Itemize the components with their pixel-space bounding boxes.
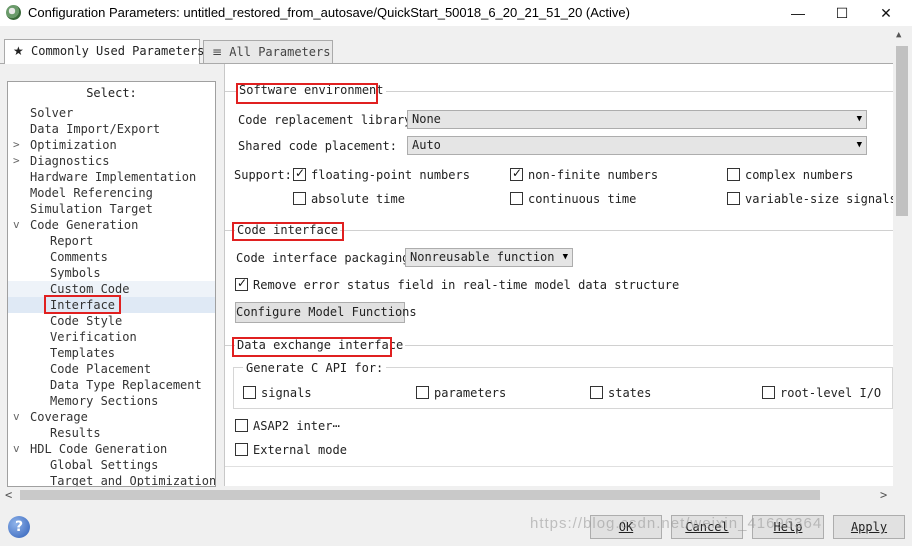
scroll-right-icon[interactable]: > bbox=[880, 488, 887, 502]
states-label: states bbox=[608, 386, 652, 400]
tree-item-global-settings[interactable]: Global Settings bbox=[50, 457, 158, 473]
tree-item-code-generation[interactable]: Code Generation bbox=[30, 217, 138, 233]
tab-label: Commonly Used Parameters bbox=[31, 44, 205, 58]
tab-label: All Parameters bbox=[229, 45, 331, 59]
generate-c-api-label: Generate C API for: bbox=[243, 360, 387, 376]
title-bar: Configuration Parameters: untitled_resto… bbox=[0, 0, 912, 26]
continuous-time-label: continuous time bbox=[528, 192, 637, 206]
watermark: https://blog.csdn.net/weixin_41696364 bbox=[530, 515, 823, 532]
code-replacement-library-select[interactable]: None ▼ bbox=[407, 110, 867, 129]
shared-code-placement-select[interactable]: Auto ▼ bbox=[407, 136, 867, 155]
highlight-box-data-exchange bbox=[232, 337, 392, 357]
parameters-pane: Software environment Code replacement li… bbox=[224, 64, 893, 486]
tree-header: Select: bbox=[86, 86, 137, 100]
parameters-checkbox[interactable] bbox=[416, 386, 429, 399]
chevron-down-icon: ▼ bbox=[856, 114, 862, 124]
tree-item-memory-sections[interactable]: Memory Sections bbox=[50, 393, 158, 409]
root-level-io-checkbox[interactable] bbox=[762, 386, 775, 399]
asap2-checkbox[interactable] bbox=[235, 419, 248, 432]
tree-item-target-and-optimizations[interactable]: Target and Optimizations bbox=[50, 473, 215, 486]
tree-item-simulation-target[interactable]: Simulation Target bbox=[30, 201, 153, 217]
remove-error-status-checkbox[interactable] bbox=[235, 276, 248, 291]
asap2-label: ASAP2 inter⋯ bbox=[253, 419, 340, 433]
remove-error-status-label: Remove error status field in real-time m… bbox=[253, 278, 680, 292]
tree-item-model-referencing[interactable]: Model Referencing bbox=[30, 185, 153, 201]
tree-item-hdl-code-generation[interactable]: HDL Code Generation bbox=[30, 441, 167, 457]
vertical-scroll-thumb[interactable] bbox=[896, 46, 908, 216]
code-interface-packaging-select[interactable]: Nonreusable function ▼ bbox=[405, 248, 573, 267]
tree-item-comments[interactable]: Comments bbox=[50, 249, 108, 265]
select-value: Nonreusable function bbox=[410, 250, 555, 264]
section-divider bbox=[225, 466, 893, 467]
complex-numbers-checkbox[interactable] bbox=[727, 168, 740, 181]
floating-point-label: floating-point numbers bbox=[311, 168, 470, 182]
close-button[interactable]: ✕ bbox=[864, 0, 908, 26]
collapse-arrow-icon[interactable]: v bbox=[13, 441, 23, 457]
floating-point-checkbox[interactable] bbox=[293, 166, 306, 181]
tree-item-code-placement[interactable]: Code Placement bbox=[50, 361, 151, 377]
tree-item-report[interactable]: Report bbox=[50, 233, 93, 249]
scroll-left-icon[interactable]: < bbox=[5, 488, 12, 502]
configure-model-functions-button[interactable]: Configure Model Functions bbox=[235, 302, 417, 323]
root-level-io-label: root-level I/O bbox=[780, 386, 882, 400]
variable-size-signals-label: variable-size signals bbox=[745, 192, 893, 206]
highlight-box-code-interface bbox=[232, 222, 344, 241]
category-tree[interactable]: Select: Solver Data Import/Export > Opti… bbox=[7, 81, 216, 487]
tree-item-diagnostics[interactable]: Diagnostics bbox=[30, 153, 109, 169]
tree-item-data-type-replacement[interactable]: Data Type Replacement bbox=[50, 377, 202, 393]
select-value: None bbox=[412, 112, 441, 126]
collapse-arrow-icon[interactable]: v bbox=[13, 217, 23, 233]
list-icon: ≡ bbox=[212, 45, 223, 59]
tree-item-templates[interactable]: Templates bbox=[50, 345, 115, 361]
states-checkbox[interactable] bbox=[590, 386, 603, 399]
expand-arrow-icon[interactable]: > bbox=[13, 153, 23, 169]
tree-item-optimization[interactable]: Optimization bbox=[30, 137, 117, 153]
collapse-arrow-icon[interactable]: v bbox=[13, 409, 23, 425]
maximize-button[interactable]: ☐ bbox=[820, 0, 864, 26]
signals-checkbox[interactable] bbox=[243, 386, 256, 399]
tree-item-symbols[interactable]: Symbols bbox=[50, 265, 101, 281]
simulink-app-icon bbox=[6, 5, 21, 20]
tree-item-coverage[interactable]: Coverage bbox=[30, 409, 88, 425]
signals-label: signals bbox=[261, 386, 312, 400]
continuous-time-checkbox[interactable] bbox=[510, 192, 523, 205]
expand-arrow-icon[interactable]: > bbox=[13, 137, 23, 153]
tab-all-parameters[interactable]: ≡ All Parameters bbox=[203, 40, 333, 64]
external-mode-checkbox[interactable] bbox=[235, 443, 248, 456]
chevron-down-icon: ▼ bbox=[562, 252, 568, 262]
absolute-time-checkbox[interactable] bbox=[293, 192, 306, 205]
highlight-box-interface bbox=[44, 295, 121, 314]
tab-commonly-used-parameters[interactable]: ★ Commonly Used Parameters bbox=[4, 39, 204, 64]
star-icon: ★ bbox=[13, 44, 24, 58]
tree-item-verification[interactable]: Verification bbox=[50, 329, 137, 345]
highlight-box-software-environment bbox=[236, 83, 378, 104]
code-interface-packaging-label: Code interface packaging: bbox=[236, 251, 417, 265]
window-title: Configuration Parameters: untitled_resto… bbox=[28, 5, 630, 20]
minimize-button[interactable]: — bbox=[776, 0, 820, 26]
tree-item-solver[interactable]: Solver bbox=[30, 105, 73, 121]
tree-item-data-import-export[interactable]: Data Import/Export bbox=[30, 121, 160, 137]
help-icon[interactable]: ? bbox=[8, 516, 30, 538]
parameters-label: parameters bbox=[434, 386, 507, 400]
non-finite-label: non-finite numbers bbox=[528, 168, 659, 182]
non-finite-checkbox[interactable] bbox=[510, 166, 523, 181]
select-value: Auto bbox=[412, 138, 441, 152]
tree-item-hardware-implementation[interactable]: Hardware Implementation bbox=[30, 169, 196, 185]
external-mode-label: External mode bbox=[253, 443, 347, 457]
support-label: Support: bbox=[234, 168, 292, 182]
tree-item-code-style[interactable]: Code Style bbox=[50, 313, 122, 329]
chevron-down-icon: ▼ bbox=[856, 140, 862, 150]
horizontal-scroll-thumb[interactable] bbox=[20, 490, 820, 500]
tree-item-results[interactable]: Results bbox=[50, 425, 101, 441]
shared-code-placement-label: Shared code placement: bbox=[238, 139, 397, 153]
scroll-up-icon[interactable]: ▲ bbox=[896, 30, 901, 40]
apply-button[interactable]: Apply bbox=[833, 515, 905, 539]
code-replacement-library-label: Code replacement library: bbox=[238, 113, 419, 127]
variable-size-signals-checkbox[interactable] bbox=[727, 192, 740, 205]
absolute-time-label: absolute time bbox=[311, 192, 405, 206]
complex-numbers-label: complex numbers bbox=[745, 168, 854, 182]
